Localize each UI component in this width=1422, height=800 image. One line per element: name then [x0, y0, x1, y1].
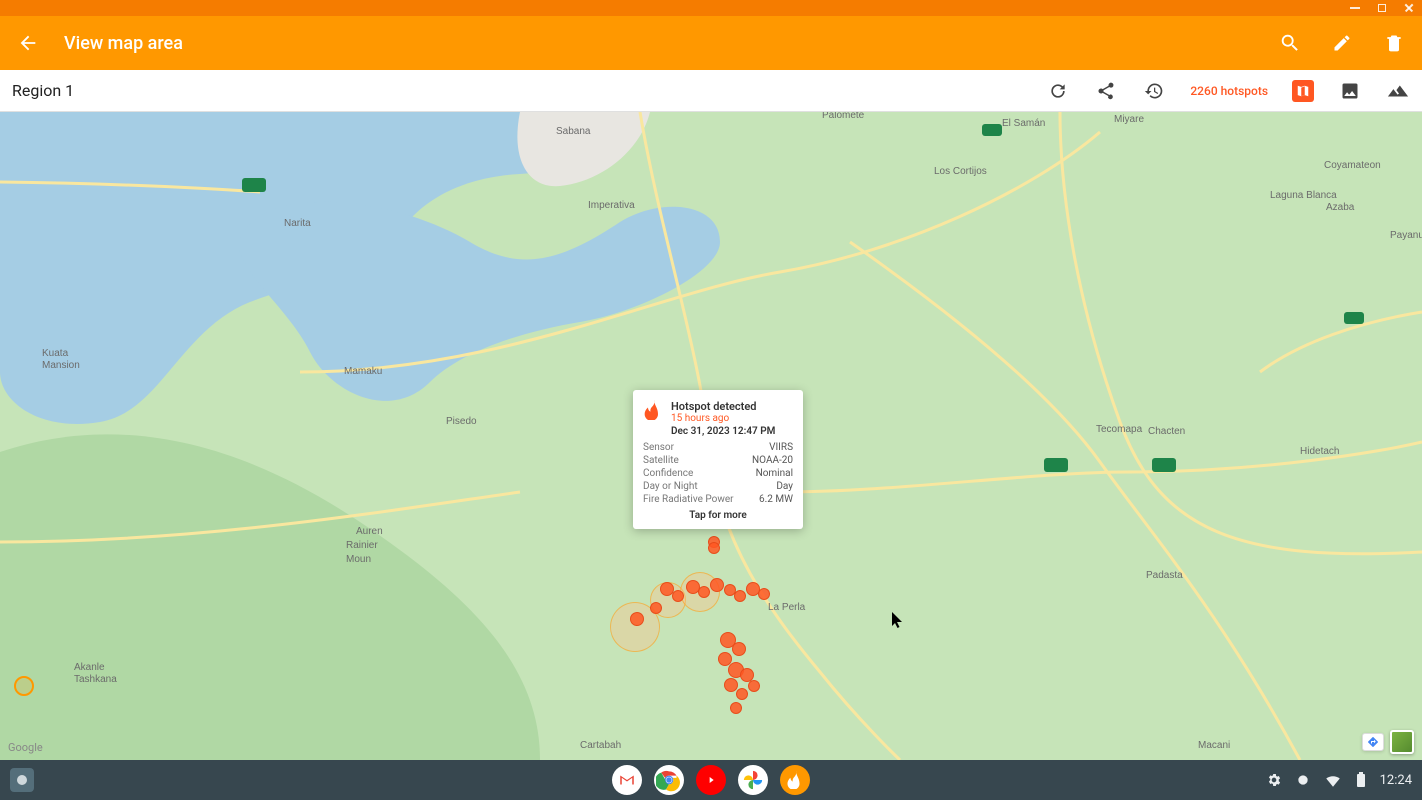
info-date: Dec 31, 2023 12:47 PM — [671, 426, 775, 437]
fire-icon — [643, 400, 663, 423]
youtube-app-icon[interactable] — [696, 765, 726, 795]
circle-icon — [16, 774, 28, 786]
svg-text:Tashkana: Tashkana — [74, 674, 117, 685]
svg-text:Sabana: Sabana — [556, 126, 591, 137]
svg-text:Palomete: Palomete — [822, 112, 865, 121]
svg-text:Padasta: Padasta — [1146, 570, 1183, 581]
svg-text:Mansion: Mansion — [42, 360, 80, 371]
tap-for-more[interactable]: Tap for more — [643, 510, 793, 521]
info-row: ConfidenceNominal — [643, 467, 793, 480]
terrain-icon — [1387, 80, 1409, 102]
info-window[interactable]: Hotspot detected 15 hours ago Dec 31, 20… — [633, 390, 803, 529]
svg-text:Pisedo: Pisedo — [446, 416, 477, 427]
photos-app-icon[interactable] — [738, 765, 768, 795]
info-row: Day or NightDay — [643, 480, 793, 493]
search-button[interactable] — [1278, 31, 1302, 55]
image-icon — [1340, 81, 1360, 101]
clock[interactable]: 12:24 — [1380, 773, 1412, 788]
svg-text:Macani: Macani — [1198, 740, 1230, 751]
my-location-button[interactable] — [14, 676, 34, 696]
trash-icon — [1384, 33, 1404, 53]
delete-button[interactable] — [1382, 31, 1406, 55]
flame-icon — [786, 771, 804, 789]
svg-text:Rainier: Rainier — [346, 540, 378, 551]
pencil-icon — [1332, 33, 1352, 53]
back-button[interactable] — [16, 31, 40, 55]
info-details: SensorVIIRSSatelliteNOAA-20ConfidenceNom… — [643, 441, 793, 506]
app-bar: View map area — [0, 16, 1422, 70]
map-controls-bottom-right — [1362, 730, 1414, 754]
svg-text:Los Cortijos: Los Cortijos — [934, 166, 987, 177]
taskbar: 12:24 — [0, 760, 1422, 800]
refresh-icon — [1048, 81, 1068, 101]
history-button[interactable] — [1142, 79, 1166, 103]
svg-text:Cartabah: Cartabah — [580, 740, 621, 751]
refresh-button[interactable] — [1046, 79, 1070, 103]
svg-text:Hidetach: Hidetach — [1300, 446, 1339, 457]
terrain-button[interactable] — [1386, 79, 1410, 103]
svg-text:Mamaku: Mamaku — [344, 366, 382, 377]
svg-text:Tecomapa: Tecomapa — [1096, 424, 1143, 435]
window-controls — [1350, 0, 1414, 16]
window-minimize-icon[interactable] — [1350, 7, 1360, 9]
layers-toggle-button[interactable] — [1292, 80, 1314, 102]
photos-icon — [742, 769, 764, 791]
chrome-icon — [656, 767, 682, 793]
sub-bar: Region 1 2260 hotspots — [0, 70, 1422, 112]
svg-text:Payanua: Payanua — [1390, 230, 1422, 241]
window-close-icon[interactable] — [1404, 3, 1414, 13]
svg-text:Chacten: Chacten — [1148, 426, 1185, 437]
info-row: Fire Radiative Power6.2 MW — [643, 493, 793, 506]
svg-text:Coyamateon: Coyamateon — [1324, 160, 1381, 171]
svg-text:Laguna Blanca: Laguna Blanca — [1270, 190, 1337, 201]
hotspot-count[interactable]: 2260 hotspots — [1190, 84, 1268, 98]
system-tray[interactable]: 12:24 — [1266, 771, 1412, 789]
edit-button[interactable] — [1330, 31, 1354, 55]
svg-text:Imperativa: Imperativa — [588, 200, 635, 211]
share-icon — [1096, 81, 1116, 101]
search-icon — [1279, 32, 1301, 54]
share-button[interactable] — [1094, 79, 1118, 103]
clock-icon — [1144, 81, 1164, 101]
directions-icon — [1367, 736, 1379, 748]
battery-icon[interactable] — [1356, 772, 1366, 788]
settings-icon[interactable] — [1266, 772, 1282, 788]
svg-text:Azaba: Azaba — [1326, 202, 1355, 213]
svg-text:Kuata: Kuata — [42, 348, 69, 359]
gmail-icon — [618, 771, 636, 789]
svg-text:Moun: Moun — [346, 554, 371, 565]
svg-text:Narita: Narita — [284, 218, 311, 229]
youtube-icon — [703, 772, 719, 788]
info-row: SensorVIIRS — [643, 441, 793, 454]
current-app-icon[interactable] — [780, 765, 810, 795]
hotspot-marker[interactable] — [708, 542, 720, 554]
layer-chip[interactable] — [1390, 730, 1414, 754]
svg-text:El Samán: El Samán — [1002, 118, 1045, 129]
window-title-bar — [0, 0, 1422, 16]
map-icon — [1296, 84, 1310, 98]
screenshot-button[interactable] — [1338, 79, 1362, 103]
directions-chip[interactable] — [1362, 733, 1384, 751]
map[interactable]: Sabana Palomete El Samán Miyare Coyamateon Na… — [0, 112, 1422, 760]
svg-text:Akanle: Akanle — [74, 662, 105, 673]
notification-dot-icon[interactable] — [1296, 773, 1310, 787]
window-maximize-icon[interactable] — [1378, 4, 1386, 12]
gmail-app-icon[interactable] — [612, 765, 642, 795]
svg-text:Auren: Auren — [356, 526, 383, 537]
info-title: Hotspot detected — [671, 400, 775, 413]
launcher-button[interactable] — [10, 768, 34, 792]
chrome-app-icon[interactable] — [654, 765, 684, 795]
map-attribution: Google — [8, 741, 43, 754]
region-name: Region 1 — [12, 81, 1046, 100]
info-ago: 15 hours ago — [671, 413, 775, 424]
wifi-icon[interactable] — [1324, 771, 1342, 789]
svg-text:Miyare: Miyare — [1114, 114, 1144, 125]
info-row: SatelliteNOAA-20 — [643, 454, 793, 467]
dock — [612, 765, 810, 795]
page-title: View map area — [64, 33, 1278, 54]
